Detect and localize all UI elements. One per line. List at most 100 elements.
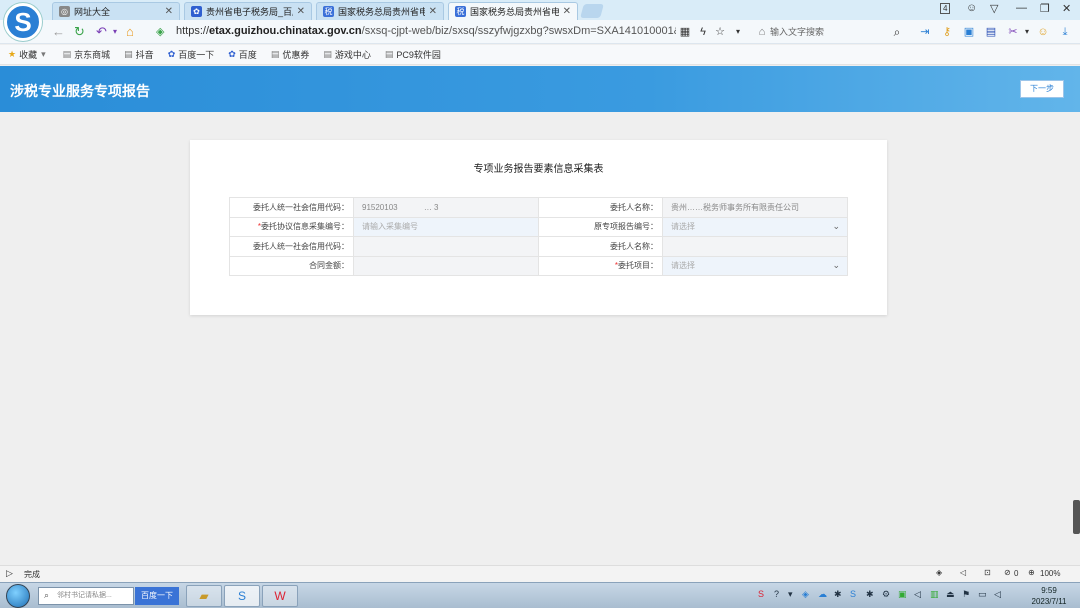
zoom-level[interactable]: 100% — [1040, 569, 1060, 578]
security-icon[interactable]: ◈ — [802, 589, 809, 600]
speaker-icon[interactable]: ◁ — [960, 568, 966, 577]
minimize-icon[interactable]: — — [1016, 2, 1027, 14]
sogou-browser-icon[interactable]: S — [224, 585, 260, 607]
download-icon[interactable]: ⤓ — [1058, 25, 1072, 39]
window-icon[interactable]: ▤ — [984, 25, 998, 39]
browser-logo-icon[interactable]: S — [4, 3, 42, 41]
sogou-ime-icon[interactable]: S — [758, 589, 764, 599]
sidebar-toggle-icon[interactable]: ▷ — [6, 568, 13, 579]
bookmark-favorites[interactable]: ★ 收藏 ▾ — [8, 48, 49, 61]
taskbar-search-input[interactable]: 邻村书记请私据... — [38, 587, 134, 605]
wps-icon[interactable]: W — [262, 585, 298, 607]
client-name-field-2 — [662, 236, 848, 257]
bookmark-jd[interactable]: ▤ 京东商城 — [63, 48, 111, 61]
chart-icon[interactable]: ▥ — [930, 589, 939, 600]
bookmark-pc9[interactable]: ▤ PC9软件园 — [385, 48, 441, 61]
flag-icon[interactable]: ⚑ — [962, 589, 970, 600]
page-icon: ▤ — [270, 49, 280, 59]
chevron-down-icon[interactable]: ▾ — [731, 25, 745, 39]
chevron-down-icon: ⌄ — [832, 220, 840, 231]
close-icon[interactable]: ✕ — [429, 6, 437, 17]
bookmark-games[interactable]: ▤ 游戏中心 — [323, 48, 371, 61]
close-icon[interactable]: ✕ — [165, 6, 173, 17]
window-close-icon[interactable]: ✕ — [1062, 2, 1071, 15]
chevron-down-icon: ⌄ — [832, 259, 840, 270]
speaker-icon[interactable]: ◁ — [914, 589, 921, 600]
close-icon[interactable]: ✕ — [297, 6, 305, 17]
sogou-tray-icon[interactable]: S — [850, 589, 856, 599]
bookmarks-bar: ★ 收藏 ▾ ▤ 京东商城 ▤ 抖音 ✿ 百度一下 ✿ 百度 ▤ 优惠券 ▤ 游戏中心 ▤ PC9… — [0, 45, 1080, 65]
tax-icon: 税 — [323, 6, 334, 17]
smiley-icon[interactable]: ☺ — [1036, 25, 1050, 39]
start-button[interactable] — [6, 584, 30, 608]
back-icon[interactable]: ← — [52, 24, 65, 39]
bluetooth-icon[interactable]: ✱ — [866, 589, 874, 600]
bookmark-douyin[interactable]: ▤ 抖音 — [124, 48, 154, 61]
file-explorer-icon[interactable]: ▰ — [186, 585, 222, 607]
page-icon: ▤ — [384, 49, 394, 59]
url-field[interactable]: https://etax.guizhou.chinatax.gov.cn/sxs… — [176, 25, 676, 37]
tab-4[interactable]: 税 国家税务总局贵州省电子 ✕ — [448, 2, 578, 20]
agreement-number-input[interactable]: 请输入采集编号 — [353, 216, 539, 237]
chevron-down-icon[interactable]: ▾ — [1020, 25, 1034, 39]
client-credit-code-field: 91520103 … 3 — [353, 197, 539, 218]
field-label: *委托项目： — [538, 255, 663, 276]
star-icon[interactable]: ☆ — [713, 25, 727, 39]
zoom-icon[interactable]: ⊕ — [1028, 568, 1035, 577]
scissors-icon[interactable]: ✂ — [1006, 25, 1020, 39]
maximize-icon[interactable]: ❐ — [1040, 2, 1050, 15]
clock[interactable]: 9:59 2023/7/11 — [1026, 585, 1072, 607]
tray-chevron-icon[interactable]: ▾ — [788, 589, 793, 600]
lightning-icon[interactable]: ϟ — [696, 25, 710, 39]
calculator-icon[interactable]: ▣ — [962, 25, 976, 39]
tax-icon: 税 — [455, 6, 466, 17]
tab-3[interactable]: 税 国家税务总局贵州省电子 ✕ — [316, 2, 444, 20]
tab-1[interactable]: ◎ 网址大全 ✕ — [52, 2, 180, 20]
bookmark-coupon[interactable]: ▤ 优惠券 — [271, 48, 310, 61]
commission-item-select[interactable]: 请选择 ⌄ — [662, 255, 848, 276]
field-label: 委托人统一社会信用代码： — [229, 236, 354, 257]
page-header: 涉税专业服务专项报告 下一步 — [0, 66, 1080, 112]
search-icon: ⌕ — [44, 590, 50, 600]
network-icon[interactable]: ▭ — [978, 589, 987, 600]
skin-icon[interactable]: ☺ — [966, 2, 977, 14]
new-tab-button[interactable] — [580, 4, 604, 18]
taskbar-search-button[interactable]: 百度一下 — [135, 587, 179, 605]
form-row: 委托人统一社会信用代码： 91520103 … 3 委托人名称： 贵州……税务师… — [229, 197, 848, 218]
bookmark-baidu-search[interactable]: ✿ 百度一下 — [168, 48, 215, 61]
home-icon[interactable]: ⌂ — [126, 24, 134, 39]
taskbar: 邻村书记请私据... ⌕ 百度一下 ▰ S W S ? ▾ ◈ ☁ ✱ S ✱ … — [0, 582, 1080, 608]
volume-icon[interactable]: ◁ — [994, 589, 1001, 600]
block-icon[interactable]: ⊘ — [1004, 568, 1011, 577]
qr-icon[interactable]: ▦ — [678, 25, 692, 39]
help-icon[interactable]: ? — [774, 589, 779, 599]
login-icon[interactable]: ⇥ — [918, 25, 932, 39]
paw-icon: ✿ — [191, 6, 202, 17]
shirt-icon[interactable]: ▽ — [990, 2, 998, 15]
usb-icon[interactable]: ⏏ — [946, 589, 955, 600]
nvidia-icon[interactable]: ▣ — [898, 589, 907, 600]
shield-icon[interactable]: ◈ — [936, 568, 942, 577]
status-bar: ▷ 完成 ◈ ◁ ⊡ ⊘ 0 ⊕ 100% — [0, 565, 1080, 582]
search-icon[interactable]: ⌕ — [890, 25, 904, 39]
star-icon: ★ — [8, 49, 17, 59]
bluetooth-icon[interactable]: ✱ — [834, 589, 842, 600]
lock-icon[interactable]: ⊡ — [984, 568, 991, 577]
original-report-select[interactable]: 请选择 ⌄ — [662, 216, 848, 237]
field-label: *委托协议信息采集编号： — [229, 216, 354, 237]
next-step-button[interactable]: 下一步 — [1020, 80, 1064, 98]
refresh-icon[interactable]: ↻ — [74, 24, 85, 40]
close-icon[interactable]: ✕ — [563, 6, 571, 17]
tab-2[interactable]: ✿ 贵州省电子税务局_百度 ✕ — [184, 2, 312, 20]
scrollbar-handle[interactable] — [1073, 500, 1080, 534]
page-icon: ▤ — [124, 49, 133, 59]
undo-icon[interactable]: ↶ — [96, 24, 107, 40]
bookmark-baidu[interactable]: ✿ 百度 — [228, 48, 257, 61]
gear-icon[interactable]: ⚙ — [882, 589, 890, 600]
chevron-down-icon[interactable]: ▾ — [113, 27, 117, 36]
search-engine-icon[interactable]: ⌂ — [755, 25, 769, 39]
cloud-icon[interactable]: ☁ — [818, 589, 827, 600]
key-icon[interactable]: ⚷ — [940, 25, 954, 39]
search-input[interactable]: 输入文字搜索 — [770, 24, 900, 40]
tab-count-badge[interactable]: 4 — [940, 3, 951, 14]
